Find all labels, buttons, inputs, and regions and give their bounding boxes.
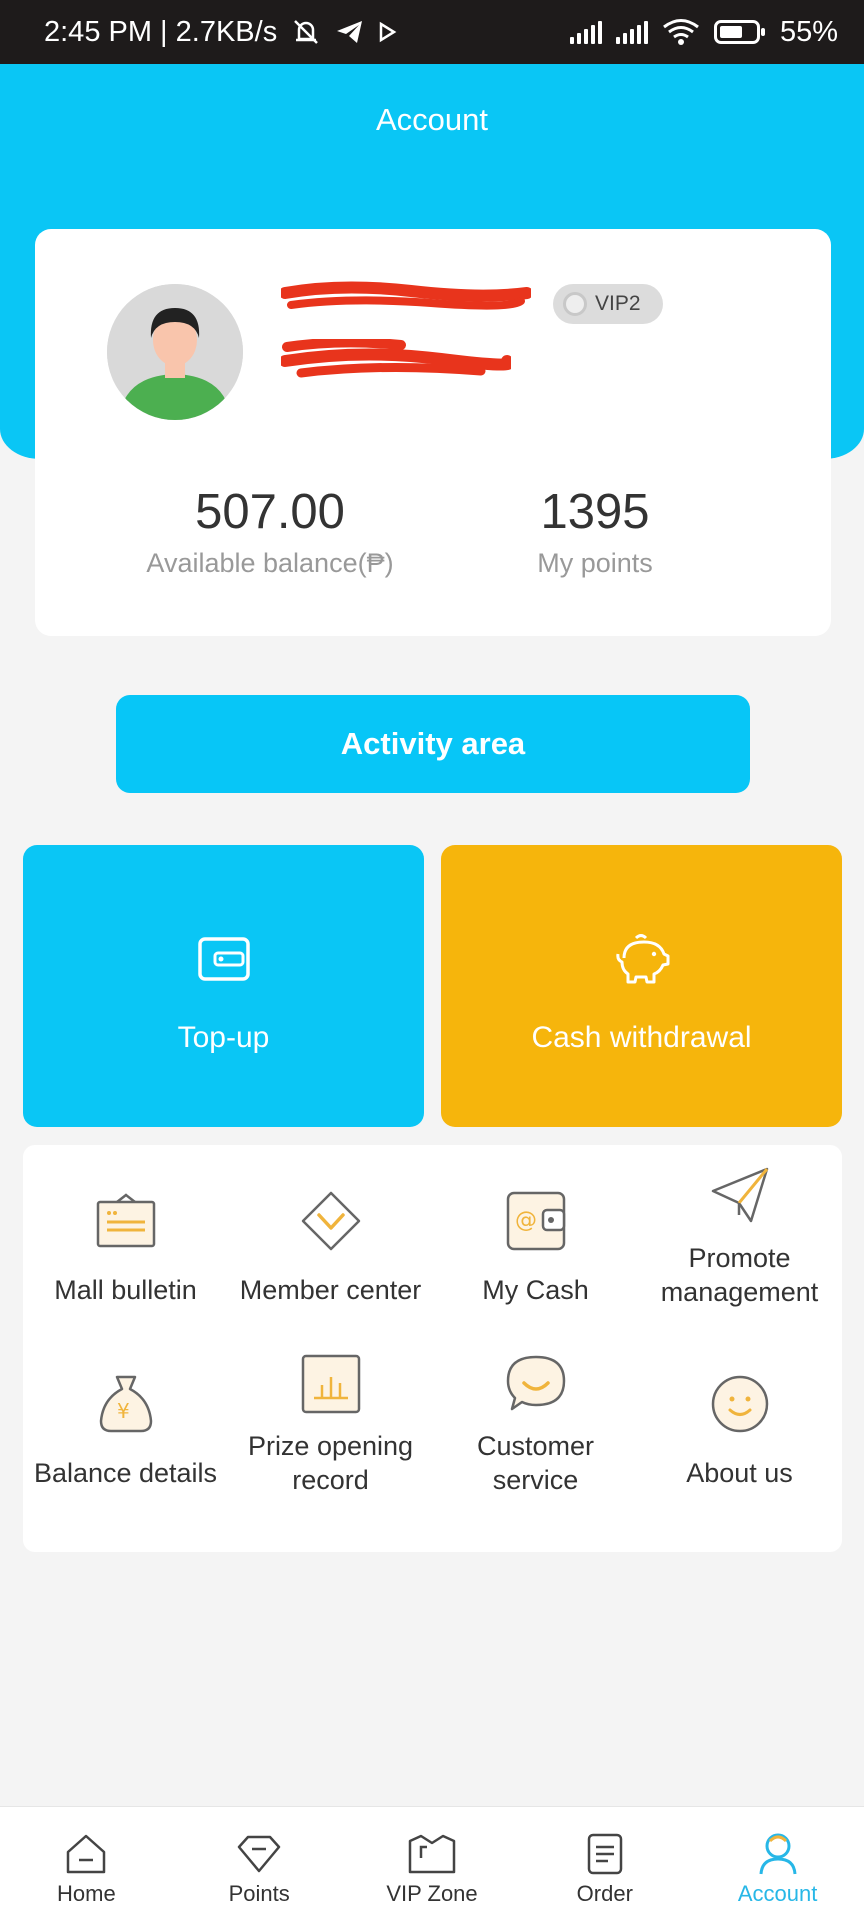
icon-wrap: ¥ — [95, 1366, 157, 1442]
user-avatar-icon — [107, 284, 243, 420]
icon-wrap — [504, 1353, 568, 1415]
menu-label: Prize opening record — [247, 1431, 414, 1495]
piggy-bank-icon — [615, 934, 669, 984]
mute-bell-icon — [294, 20, 319, 44]
redacted-username — [281, 281, 531, 310]
menu-label: My Cash — [482, 1275, 589, 1305]
nav-label: VIP Zone — [386, 1881, 478, 1906]
icon-wrap — [709, 1165, 771, 1227]
menu-label: Member center — [239, 1275, 422, 1305]
balance-label: Available balance(₱) — [146, 548, 394, 578]
play-icon — [379, 21, 397, 43]
cash-withdrawal-tile[interactable]: Cash withdrawal — [441, 845, 842, 1127]
diamond-chevron-icon — [301, 1191, 360, 1251]
activity-area-button[interactable]: Activity area — [116, 695, 750, 793]
menu-item-about-us[interactable]: About us — [637, 1328, 842, 1508]
home-icon — [67, 1834, 106, 1874]
points-label: My points — [537, 548, 653, 578]
menu-label: Balance details — [33, 1458, 218, 1488]
icon-wrap — [95, 1183, 157, 1259]
bar-chart-icon — [301, 1354, 360, 1414]
menu-label: Mall bulletin — [54, 1275, 197, 1305]
status-right: 55% — [569, 15, 838, 49]
profile-card: VIP2 507.00 Available balance(₱) 1395 My… — [35, 229, 831, 636]
icon-wrap — [709, 1366, 771, 1442]
nav-label: Points — [228, 1881, 290, 1906]
points-stat[interactable]: 1395 My points — [460, 484, 730, 579]
paper-plane-icon — [711, 1167, 768, 1223]
menu-item-mall-bulletin[interactable]: Mall bulletin — [23, 1145, 228, 1325]
bottom-nav: Home Points VIP Zone Order Account — [0, 1806, 864, 1920]
icon-wrap — [300, 1353, 362, 1415]
icon-wrap — [756, 1831, 800, 1877]
icon-wrap — [407, 1831, 457, 1877]
menu-label: Customer service — [476, 1431, 595, 1495]
smiley-icon — [711, 1375, 768, 1433]
wallet-icon: @ — [506, 1191, 565, 1251]
topup-label: Top-up — [177, 1021, 270, 1054]
nav-label: Account — [737, 1881, 818, 1906]
wifi-icon — [663, 19, 699, 45]
money-bag-icon: ¥ — [99, 1375, 152, 1433]
points-value: 1395 — [540, 485, 650, 539]
menu-item-member-center[interactable]: Member center — [228, 1145, 433, 1325]
battery-percent: 55% — [779, 15, 838, 48]
svg-text:¥: ¥ — [117, 1399, 130, 1423]
nav-account[interactable]: Account — [691, 1807, 864, 1920]
menu-label: About us — [686, 1458, 793, 1488]
signal-icon-2 — [615, 20, 648, 44]
tile-icon-wrap — [197, 929, 251, 989]
page-title: Account — [375, 102, 488, 137]
avatar[interactable] — [107, 284, 243, 420]
svg-text:@: @ — [515, 1208, 537, 1233]
icon-wrap — [64, 1831, 108, 1877]
icon-wrap: @ — [505, 1183, 567, 1259]
balance-value: 507.00 — [195, 485, 345, 539]
nav-vip-zone[interactable]: VIP Zone — [346, 1807, 519, 1920]
icon-wrap — [585, 1831, 625, 1877]
menu-item-balance-details[interactable]: ¥ Balance details — [23, 1328, 228, 1508]
status-time-speed: 2:45 PM | 2.7KB/s — [44, 15, 278, 48]
menu-item-customer-service[interactable]: Customer service — [433, 1315, 638, 1495]
balance-stat[interactable]: 507.00 Available balance(₱) — [135, 484, 405, 579]
menu-item-promote-management[interactable]: Promote management — [637, 1127, 842, 1307]
user-account-icon — [759, 1833, 797, 1875]
bulletin-board-icon — [96, 1193, 155, 1248]
vip-level: VIP2 — [595, 292, 641, 315]
icon-wrap — [300, 1183, 362, 1259]
vip-medal-icon — [563, 292, 587, 316]
vip-badge: VIP2 — [553, 284, 663, 324]
nav-order[interactable]: Order — [518, 1807, 691, 1920]
tile-icon-wrap — [614, 929, 670, 989]
crown-card-icon — [408, 1834, 456, 1874]
nav-home[interactable]: Home — [0, 1807, 173, 1920]
battery-icon — [713, 20, 765, 44]
chat-smile-icon — [506, 1355, 565, 1411]
telegram-icon — [337, 21, 363, 43]
menu-item-my-cash[interactable]: @ My Cash — [433, 1145, 638, 1325]
signal-icon — [569, 20, 602, 44]
redacted-user-id — [281, 339, 511, 378]
menu-label: Promote management — [660, 1243, 819, 1307]
diamond-icon — [237, 1835, 281, 1873]
status-bar: 2:45 PM | 2.7KB/s 55% — [0, 0, 864, 64]
cash-withdrawal-label: Cash withdrawal — [531, 1021, 752, 1054]
menu-grid: Mall bulletin Member center @ My Cash Pr… — [23, 1145, 842, 1552]
order-list-icon — [587, 1833, 623, 1875]
menu-item-prize-opening-record[interactable]: Prize opening record — [228, 1315, 433, 1495]
wallet-card-icon — [197, 937, 250, 981]
icon-wrap — [236, 1831, 282, 1877]
topup-tile[interactable]: Top-up — [23, 845, 424, 1127]
nav-label: Order — [576, 1881, 633, 1906]
nav-label: Home — [57, 1881, 116, 1906]
nav-points[interactable]: Points — [173, 1807, 346, 1920]
status-left: 2:45 PM | 2.7KB/s — [44, 16, 397, 49]
